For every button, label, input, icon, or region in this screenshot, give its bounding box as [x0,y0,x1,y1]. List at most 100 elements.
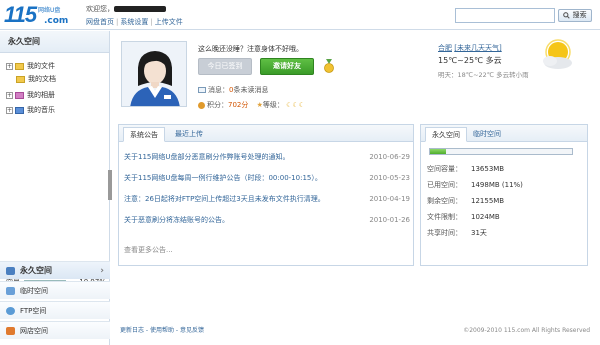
space-usage-bar-fill [430,149,446,154]
tab-permanent-space[interactable]: 永久空间 [425,127,467,142]
space-info-panel: 永久空间 临时空间 空间容量： 13653MB 已用空间： 1498MB (11%)… [420,124,588,266]
footer: 更新日志 - 使用帮助 - 意见反馈 ©2009-2010 115.com Al… [112,321,600,341]
expand-icon[interactable]: + [6,91,13,99]
tab-recent-uploads[interactable]: 最近上传 [169,127,209,142]
tree-item-label: 我的文件 [27,62,55,70]
tree-item-my-files[interactable]: + 我的文件 [6,60,55,72]
space-row-used: 已用空间： 1498MB (11%) [427,179,523,191]
level-label: 等级： [262,101,284,109]
checked-in-button[interactable]: 今日已签到 [198,58,252,75]
messages-suffix: 条未读消息 [233,86,269,94]
top-nav: 网盘首页 | 系统设置 | 上传文件 [86,17,183,27]
nav-settings-link[interactable]: 系统设置 [120,18,148,26]
announcement-date: 2010-01-26 [369,216,410,224]
sidebar-item-ftp-space[interactable]: FTP空间 [0,301,110,319]
announcement-date: 2010-04-19 [369,195,410,203]
level-moon-icon: ☾ [298,101,305,109]
tree-item-my-documents[interactable]: 我的文档 [16,73,56,85]
sidebar-item-temporary-space[interactable]: 临时空间 [0,281,110,299]
space-row-value: 1498MB (11%) [471,181,523,189]
space-row-label: 共享时间： [427,229,462,237]
copyright: ©2009-2010 115.com All Rights Reserved [463,327,590,334]
nav-separator: | [116,18,119,26]
photo-icon [15,91,24,99]
logo[interactable]: 115 网络U盘 .com [4,3,76,27]
tree-item-label: 我的文档 [28,75,56,83]
folder-icon [15,62,24,70]
search-icon [563,11,571,19]
space-tabs: 永久空间 临时空间 [421,125,587,142]
announcement-item[interactable]: 关于115网络U盘部分恶意刷分作弊账号处理的通知。 2010-06-29 [124,151,410,163]
space-row-label: 剩余空间： [427,197,462,205]
search-button-label: 搜索 [572,11,587,19]
announcement-item[interactable]: 注意：26日起将对FTP空间上传超过3天且未发布文件执行清理。 2010-04-1… [124,193,410,205]
space-row-share-time: 共享时间： 31天 [427,227,487,239]
space-row-value: 31天 [471,229,487,237]
tab-temporary-space[interactable]: 临时空间 [467,127,507,142]
tree-item-my-photos[interactable]: + 我的相册 [6,89,55,101]
sidebar-item-label: FTP空间 [20,307,47,315]
space-row-label: 文件限制： [427,213,462,221]
avatar[interactable] [121,41,187,107]
space-usage-bar [429,148,573,155]
more-announcements-link[interactable]: 查看更多公告... [124,245,173,255]
search-button[interactable]: 搜索 [558,9,592,22]
greeting-text: 这么晚还没睡？注意身体不好哦。 [198,45,303,53]
nav-separator: | [150,18,153,26]
footer-links[interactable]: 更新日志 - 使用帮助 - 意见反馈 [120,321,204,341]
score-line: 积分：702分 ★等级： ☾☾☾ [198,100,305,110]
shop-icon [6,327,15,335]
sidebar-item-permanent-space[interactable]: 永久空间 › [0,261,110,279]
tree-item-my-music[interactable]: + 我的音乐 [6,104,55,116]
folder-icon [16,75,25,83]
weather-forecast-link[interactable]: [未来几天天气] [454,44,501,52]
announcement-item[interactable]: 关于115网络U盘每周一例行维护公告（时段：00:00-10:15）。 2010-… [124,172,410,184]
main-content: 这么晚还没睡？注意身体不好哦。 今日已签到 邀请好友 消息：0条未读消息 积分：… [112,31,600,345]
header: 115 网络U盘 .com 欢迎您， 网盘首页 | 系统设置 | 上传文件 搜索 [0,0,600,30]
announcements-tabs: 系统公告 最近上传 [119,125,413,142]
sidebar-item-label: 永久空间 [20,266,52,275]
welcome-text: 欢迎您， [86,4,166,14]
medal-icon[interactable] [323,59,335,73]
expand-icon[interactable]: + [6,62,13,70]
space-row-capacity: 空间容量： 13653MB [427,163,504,175]
space-row-file-limit: 文件限制： 1024MB [427,211,500,223]
announcement-text: 关于115网络U盘部分恶意刷分作弊账号处理的通知。 [124,153,290,161]
logo-domain: .com [44,16,69,26]
search-input[interactable] [455,8,555,23]
sidebar-item-label: 临时空间 [20,287,48,295]
sidebar: 永久空间 +我的文件 我的文档 +我的相册 +我的音乐 容量 10.97% 永久… [0,31,110,345]
sidebar-item-shop-space[interactable]: 网店空间 [0,321,110,339]
welcome-label: 欢迎您， [86,5,114,13]
score-value: 702分 [228,101,249,109]
announcement-text: 关于115网络U盘每周一例行维护公告（时段：00:00-10:15）。 [124,174,322,182]
space-row-label: 已用空间： [427,181,462,189]
tree-item-label: 我的相册 [27,91,55,99]
nav-home-link[interactable]: 网盘首页 [86,18,114,26]
weather-city-link[interactable]: 合肥 [438,44,452,52]
tree-item-label: 我的音乐 [27,106,55,114]
tab-system-announcements[interactable]: 系统公告 [123,127,165,142]
chevron-right-icon: › [100,266,104,276]
logo-subtitle: 网络U盘 [38,7,61,14]
drive-icon [6,267,15,275]
announcement-text: 注意：26日起将对FTP空间上传超过3天且未发布文件执行清理。 [124,195,325,203]
search-area: 搜索 [455,8,595,23]
expand-icon[interactable]: + [6,106,13,114]
envelope-icon [198,87,206,93]
sidebar-item-label: 网店空间 [20,327,48,335]
globe-icon [6,307,15,315]
space-row-value: 13653MB [471,165,505,173]
messages-label: 消息： [208,86,229,94]
redacted-username [114,6,166,12]
nav-upload-link[interactable]: 上传文件 [155,18,183,26]
score-label: 积分： [207,101,228,109]
weather-tomorrow: 明天：18℃~22℃ 多云转小雨 [438,71,529,79]
space-row-value: 1024MB [471,213,500,221]
clock-icon [6,287,15,295]
sun-cloud-weather-icon [543,39,572,69]
coin-icon [198,101,205,109]
logo-number: 115 [4,2,37,27]
invite-friends-button[interactable]: 邀请好友 [260,58,314,75]
announcement-item[interactable]: 关于恶意刷分将冻结账号的公告。 2010-01-26 [124,214,410,226]
